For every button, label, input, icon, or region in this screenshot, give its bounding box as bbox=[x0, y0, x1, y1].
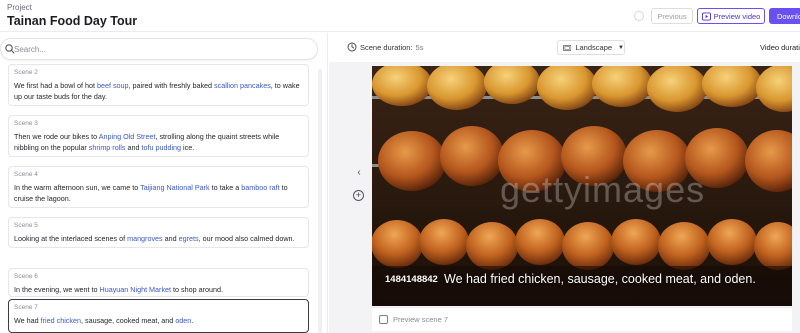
scene-card[interactable]: Scene 7 We had fried chicken, sausage, co… bbox=[8, 299, 309, 333]
keyword-link[interactable]: Anping Old Street bbox=[99, 132, 156, 141]
keyword-link[interactable]: fried chicken bbox=[41, 316, 81, 325]
scene-subtitle: We had fried chicken, sausage, cooked me… bbox=[444, 272, 756, 286]
text-segment: to take a bbox=[209, 183, 242, 192]
preview-video-button[interactable]: Preview video bbox=[697, 8, 765, 24]
scene-text[interactable]: We had fried chicken, sausage, cooked me… bbox=[14, 315, 303, 326]
plus-circle-icon[interactable]: + bbox=[353, 190, 364, 201]
text-segment: and bbox=[162, 234, 179, 243]
text-segment: We had bbox=[444, 272, 491, 286]
image-id: 1484148842 bbox=[385, 274, 438, 285]
landscape-icon bbox=[563, 44, 572, 51]
text-segment: , paired with freshly baked bbox=[128, 81, 215, 90]
keyword-link[interactable]: tofu pudding bbox=[141, 143, 181, 152]
keyword-link[interactable]: mangroves bbox=[127, 234, 163, 243]
keyword-link[interactable]: egrets bbox=[179, 234, 199, 243]
scene-card[interactable]: Scene 6 In the evening, we went to Huayua… bbox=[8, 268, 309, 297]
caret-down-icon: ▼ bbox=[618, 44, 624, 51]
preview-scene-label[interactable]: Preview scene 7 bbox=[393, 315, 448, 324]
project-title[interactable]: Tainan Food Day Tour bbox=[7, 14, 137, 28]
scene-card[interactable]: Scene 3 Then we rode our bikes to Anping … bbox=[8, 115, 309, 157]
orientation-dropdown[interactable]: Landscape ▼ bbox=[557, 40, 625, 55]
keyword-link[interactable]: shrimp rolls bbox=[89, 143, 126, 152]
scene-duration-label: Scene duration: bbox=[360, 43, 413, 52]
scene-label: Scene 7 bbox=[14, 304, 38, 311]
text-segment: ice. bbox=[181, 143, 195, 152]
keyword-link[interactable]: Huayuan Night Market bbox=[100, 285, 172, 294]
text-segment: In the evening, we went to bbox=[14, 285, 100, 294]
scene-list: Scene 2 We first had a bowl of hot beef s… bbox=[8, 64, 309, 333]
download-button[interactable]: Download bbox=[769, 8, 800, 24]
watermark-text: gettyimages bbox=[500, 169, 706, 210]
scene-text[interactable]: In the warm afternoon sun, we came to Ta… bbox=[14, 182, 303, 204]
scene-list-scrollbar[interactable] bbox=[318, 69, 322, 333]
video-duration-label[interactable]: Video duration bbox=[760, 43, 800, 52]
keyword-link[interactable]: oden bbox=[725, 272, 753, 286]
scene-label: Scene 2 bbox=[14, 69, 38, 76]
keyword-link[interactable]: Taijiang National Park bbox=[140, 183, 210, 192]
scene-card[interactable]: Scene 2 We first had a bowl of hot beef s… bbox=[8, 64, 309, 106]
preview-scene-row: Preview scene 7 bbox=[372, 307, 792, 331]
clock-icon bbox=[347, 42, 357, 52]
play-icon bbox=[701, 11, 711, 21]
search-box[interactable] bbox=[0, 38, 318, 60]
scene-label: Scene 6 bbox=[14, 273, 38, 280]
search-input[interactable] bbox=[14, 42, 309, 56]
text-segment: , our mood also calmed down. bbox=[198, 234, 295, 243]
text-segment: . bbox=[191, 316, 194, 325]
preview-video-label: Preview video bbox=[713, 11, 761, 21]
scene-label: Scene 5 bbox=[14, 222, 38, 229]
text-segment: In the warm afternoon sun, we came to bbox=[14, 183, 141, 192]
text-segment: We had bbox=[14, 316, 41, 325]
previous-button[interactable]: Previous bbox=[651, 8, 693, 24]
scene-text[interactable]: Looking at the interlaced scenes of mang… bbox=[14, 233, 303, 244]
breadcrumb[interactable]: Project bbox=[7, 3, 32, 12]
keyword-link[interactable]: scallion pancakes bbox=[214, 81, 271, 90]
orientation-label: Landscape bbox=[575, 43, 613, 52]
scene-duration[interactable]: Scene duration: 5s bbox=[360, 43, 423, 52]
keyword-link[interactable]: oden bbox=[175, 316, 191, 325]
preview-scene-checkbox[interactable] bbox=[379, 315, 388, 324]
status-circle-icon bbox=[634, 11, 644, 21]
scene-card[interactable]: Scene 4 In the warm afternoon sun, we cam… bbox=[8, 166, 309, 208]
text-segment: Looking at the interlaced scenes of bbox=[14, 234, 128, 243]
preview-stage: ‹ + gettyimages 1484148842 We had fried … bbox=[329, 62, 800, 333]
scene-text[interactable]: We first had a bowl of hot beef soup, pa… bbox=[14, 80, 303, 102]
scene-card[interactable]: Scene 5 Looking at the interlaced scenes … bbox=[8, 217, 309, 248]
text-segment: to shop around. bbox=[171, 285, 223, 294]
chevron-left-icon[interactable]: ‹ bbox=[354, 167, 364, 179]
keyword-link[interactable]: beef soup bbox=[97, 81, 129, 90]
scene-text[interactable]: Then we rode our bikes to Anping Old Str… bbox=[14, 131, 303, 153]
scene-label: Scene 3 bbox=[14, 120, 38, 127]
text-segment: We first had a bowl of hot bbox=[14, 81, 97, 90]
top-bar: Project Tainan Food Day Tour Previous Pr… bbox=[0, 0, 800, 32]
scene-list-panel: Scene 2 We first had a bowl of hot beef s… bbox=[0, 33, 328, 333]
text-segment: , sausage, cooked meat, and bbox=[81, 316, 176, 325]
scene-label: Scene 4 bbox=[14, 171, 38, 178]
scene-duration-value: 5s bbox=[415, 43, 424, 52]
text-segment: Then we rode our bikes to bbox=[14, 132, 99, 141]
text-segment: and bbox=[125, 143, 142, 152]
text-segment: , sausage, cooked meat, and bbox=[560, 272, 725, 286]
scene-text[interactable]: In the evening, we went to Huayuan Night… bbox=[14, 284, 303, 295]
keyword-link[interactable]: fried chicken bbox=[490, 272, 560, 286]
keyword-link[interactable]: bamboo raft bbox=[241, 183, 279, 192]
editor-toolbar: Scene duration: 5s Landscape ▼ Video dura… bbox=[329, 33, 800, 62]
download-label: Download bbox=[777, 11, 800, 21]
scene-image[interactable]: gettyimages 1484148842 We had fried chic… bbox=[372, 66, 792, 306]
text-segment: . bbox=[752, 272, 756, 286]
